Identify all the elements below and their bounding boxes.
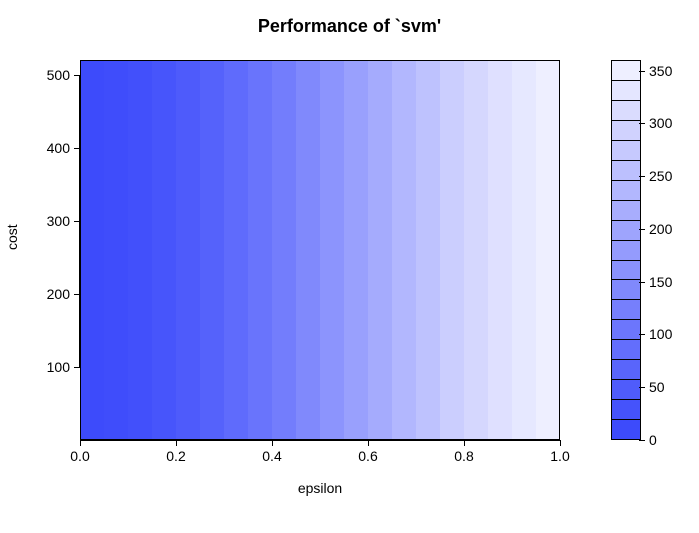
legend-tick-label: 0 (649, 432, 657, 448)
heatmap-band (152, 60, 176, 440)
heatmap-band (80, 60, 104, 440)
heatmap-band (440, 60, 464, 440)
heatmap-band (128, 60, 152, 440)
y-tick (74, 367, 80, 368)
legend-cell (611, 161, 641, 181)
legend-cell (611, 261, 641, 281)
y-tick-label: 100 (47, 359, 70, 375)
legend-tick (639, 282, 645, 283)
x-axis-title: epsilon (80, 480, 560, 496)
legend-cell (611, 340, 641, 360)
chart-title: Performance of `svm' (0, 16, 699, 37)
legend-cell (611, 141, 641, 161)
legend-tick (639, 229, 645, 230)
heatmap-band (512, 60, 536, 440)
x-tick-label: 0.8 (454, 448, 473, 464)
x-tick (176, 440, 177, 446)
heatmap-band (536, 60, 560, 440)
heatmap-band (416, 60, 440, 440)
legend-tick-label: 200 (649, 221, 672, 237)
x-tick (464, 440, 465, 446)
x-axis: 0.00.20.40.60.81.0 (80, 440, 560, 480)
heatmap-band (200, 60, 224, 440)
heatmap-band (248, 60, 272, 440)
heatmap-band (296, 60, 320, 440)
y-tick-label: 200 (47, 286, 70, 302)
legend-cell (611, 121, 641, 141)
heatmap-band (224, 60, 248, 440)
heatmap-band (176, 60, 200, 440)
chart-root: Performance of `svm' 0.00.20.40.60.81.0 … (0, 0, 699, 533)
color-legend-labels: 050100150200250300350 (647, 60, 681, 440)
legend-cell (611, 81, 641, 101)
x-tick-label: 1.0 (550, 448, 569, 464)
x-tick-label: 0.2 (166, 448, 185, 464)
legend-cell (611, 300, 641, 320)
color-legend (611, 60, 641, 440)
legend-tick-label: 100 (649, 326, 672, 342)
x-tick-label: 0.0 (70, 448, 89, 464)
heatmap-band (368, 60, 392, 440)
legend-tick-label: 250 (649, 168, 672, 184)
y-axis: 100 200 300 400 500 (40, 60, 80, 440)
legend-tick (639, 440, 645, 441)
x-tick (368, 440, 369, 446)
x-tick (272, 440, 273, 446)
y-tick (74, 294, 80, 295)
heatmap-band (344, 60, 368, 440)
heatmap-band (464, 60, 488, 440)
heatmap-band (392, 60, 416, 440)
y-tick (74, 75, 80, 76)
legend-cell (611, 101, 641, 121)
x-tick (80, 440, 81, 446)
legend-cell (611, 380, 641, 400)
legend-cell (611, 280, 641, 300)
y-tick-label: 400 (47, 140, 70, 156)
y-tick (74, 221, 80, 222)
legend-cell (611, 181, 641, 201)
legend-tick (639, 334, 645, 335)
legend-cell (611, 241, 641, 261)
legend-cell (611, 320, 641, 340)
legend-tick-label: 300 (649, 115, 672, 131)
legend-tick-label: 50 (649, 379, 665, 395)
legend-tick-label: 350 (649, 63, 672, 79)
legend-tick (639, 123, 645, 124)
legend-tick (639, 387, 645, 388)
x-tick (560, 440, 561, 446)
legend-cell (611, 221, 641, 241)
x-axis-line (80, 440, 560, 441)
legend-tick (639, 176, 645, 177)
y-tick-label: 500 (47, 67, 70, 83)
x-tick-label: 0.6 (358, 448, 377, 464)
y-tick (74, 148, 80, 149)
legend-tick-label: 150 (649, 274, 672, 290)
y-axis-title: cost (4, 224, 20, 250)
legend-tick (639, 71, 645, 72)
heatmap-band (272, 60, 296, 440)
legend-cell (611, 60, 641, 81)
heatmap-bands (80, 60, 560, 440)
heatmap-band (104, 60, 128, 440)
legend-cell (611, 400, 641, 420)
legend-cell (611, 360, 641, 380)
heatmap-band (488, 60, 512, 440)
x-tick-label: 0.4 (262, 448, 281, 464)
heatmap-plot-area (80, 60, 560, 440)
legend-cell (611, 420, 641, 440)
legend-cell (611, 201, 641, 221)
y-tick-label: 300 (47, 213, 70, 229)
heatmap-band (320, 60, 344, 440)
